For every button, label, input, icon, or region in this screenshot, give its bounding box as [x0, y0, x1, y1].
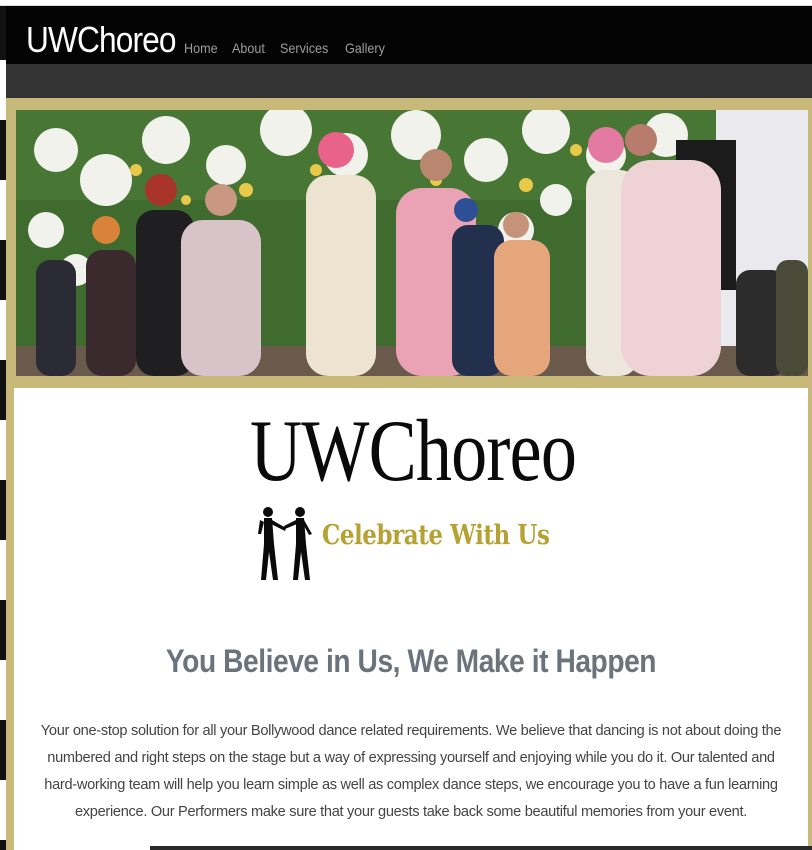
intro-paragraph: Your one-stop solution for all your Boll… — [40, 723, 782, 820]
uwchoreo-logo: UWChoreo Celebrate With Us — [250, 403, 580, 580]
nav-link-gallery[interactable]: Gallery — [345, 40, 385, 56]
bottom-edge-bar — [150, 846, 812, 850]
nav-link-home[interactable]: Home — [184, 40, 218, 56]
nav-link-about[interactable]: About — [232, 40, 265, 56]
gold-frame: UWChoreo Celebrate With Us You Believe i… — [6, 98, 812, 850]
page-headline: You Believe in Us, We Make it Happen — [165, 643, 657, 679]
dancing-couple-icon — [258, 507, 312, 580]
nav-link-services[interactable]: Services — [280, 40, 328, 56]
hero-image — [16, 110, 808, 376]
logo-title: UWChoreo — [250, 403, 577, 500]
brand-logo-link[interactable]: UWChoreo — [26, 18, 177, 62]
top-navbar: UWChoreo Home About Services Gallery — [6, 6, 812, 64]
main-content: UWChoreo Celebrate With Us You Believe i… — [14, 388, 808, 850]
nav-subbar — [6, 64, 812, 98]
nav-links: Home About Services Gallery — [184, 40, 389, 62]
logo-tagline: Celebrate With Us — [322, 520, 550, 551]
